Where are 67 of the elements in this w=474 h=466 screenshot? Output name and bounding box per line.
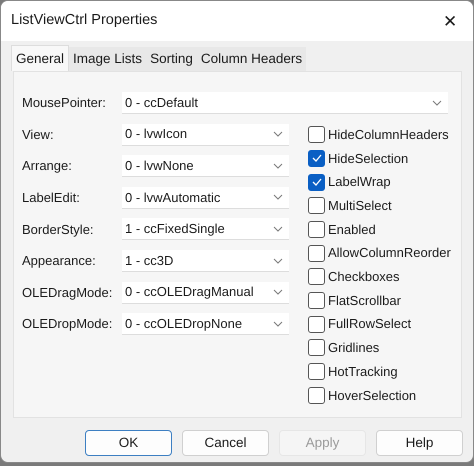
dropdown-field[interactable]: 1 - ccFixedSingle [122, 218, 289, 240]
field-label: BorderStyle: [22, 220, 95, 239]
checkbox[interactable] [308, 244, 325, 262]
checkbox[interactable] [308, 150, 325, 167]
dialog-button[interactable]: OK [85, 430, 172, 456]
dropdown-value: 0 - lvwAutomatic [125, 188, 220, 207]
checkmark-icon [312, 178, 322, 186]
checkbox-label: FlatScrollbar [328, 292, 401, 310]
dropdown-value: 0 - ccDefault [125, 94, 198, 112]
chevron-icon [273, 162, 283, 169]
field-label: Arrange: [22, 157, 73, 176]
dropdown-value: 1 - cc3D [125, 252, 174, 270]
tab[interactable]: General [11, 45, 70, 72]
checkbox-label: FullRowSelect [328, 315, 412, 334]
checkbox-label: AllowColumnReorder [328, 244, 451, 262]
tab[interactable]: Sorting [146, 47, 197, 72]
close-button[interactable]: ✕ [437, 10, 463, 32]
checkbox-label: HideColumnHeaders [328, 126, 449, 144]
chevron-icon [432, 100, 442, 106]
dropdown-field[interactable]: 1 - cc3D [122, 250, 289, 272]
checkbox[interactable] [308, 268, 325, 286]
field-label: MousePointer: [22, 94, 107, 112]
dropdown-field[interactable]: 0 - lvwIcon [122, 124, 289, 146]
dropdown-field[interactable]: 0 - ccOLEDragManual [122, 282, 289, 304]
checkbox[interactable] [308, 220, 325, 238]
dropdown-value: 1 - ccFixedSingle [125, 220, 225, 238]
chevron-icon [273, 131, 283, 138]
chevron-icon [273, 320, 283, 327]
checkbox-label: Enabled [328, 220, 376, 239]
dropdown-field[interactable]: 0 - ccOLEDropNone [122, 313, 289, 336]
field-label: Appearance: [22, 252, 97, 270]
checkbox[interactable] [308, 126, 325, 144]
chevron-icon [273, 226, 283, 232]
dropdown-field[interactable]: 0 - lvwAutomatic [122, 186, 289, 209]
checkbox-label: MultiSelect [328, 197, 392, 215]
dropdown-field[interactable]: 0 - lvwNone [122, 155, 289, 178]
tab[interactable]: Column Headers [196, 47, 306, 72]
chevron-icon [273, 194, 283, 200]
checkbox[interactable] [308, 316, 325, 333]
checkbox-label: HideSelection [328, 150, 408, 168]
field-label: OLEDropMode: [22, 315, 114, 334]
checkbox[interactable] [308, 339, 325, 356]
dropdown-value: 0 - lvwNone [125, 156, 194, 175]
dialog-button[interactable]: Help [376, 430, 463, 456]
checkbox-label: Gridlines [328, 339, 380, 358]
chevron-icon [273, 289, 283, 296]
checkbox[interactable] [308, 363, 325, 380]
checkbox[interactable] [308, 174, 325, 191]
checkbox[interactable] [308, 292, 325, 309]
dropdown-value: 0 - lvwIcon [125, 125, 188, 144]
dropdown-value: 0 - ccOLEDropNone [125, 314, 242, 333]
checkbox-label: Checkboxes [328, 268, 400, 286]
checkmark-icon [312, 154, 322, 162]
dialog-button[interactable]: Cancel [182, 430, 269, 456]
dropdown-field[interactable]: 0 - ccDefault [122, 92, 448, 114]
field-label: LabelEdit: [22, 189, 81, 208]
checkbox-label: HoverSelection [328, 386, 416, 404]
field-label: OLEDragMode: [22, 284, 114, 302]
tab[interactable]: Image Lists [69, 47, 146, 72]
dropdown-value: 0 - ccOLEDragManual [125, 283, 254, 302]
chevron-icon [273, 258, 283, 264]
checkbox[interactable] [308, 197, 325, 214]
checkbox-label: LabelWrap [328, 173, 391, 192]
checkbox-label: HotTracking [328, 362, 398, 381]
field-label: View: [22, 126, 55, 144]
checkbox[interactable] [308, 386, 325, 404]
window-title: ListViewCtrl Properties [11, 11, 158, 30]
